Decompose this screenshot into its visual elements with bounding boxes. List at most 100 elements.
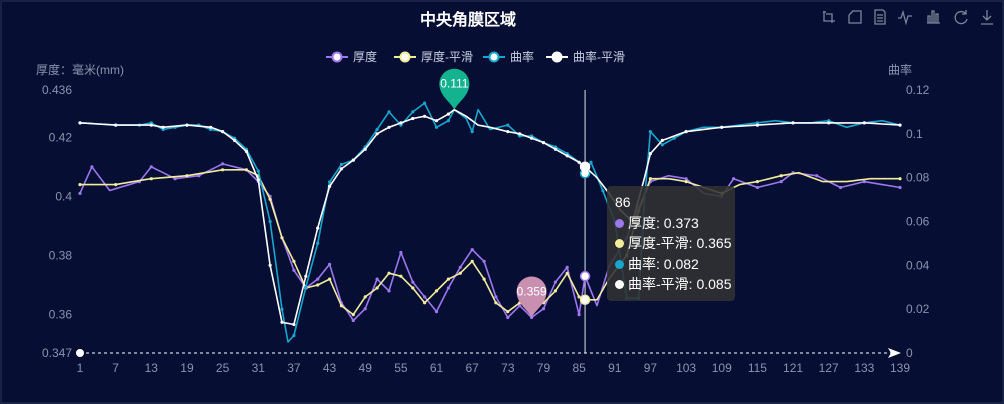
data-point xyxy=(446,277,450,281)
series-layer xyxy=(78,101,902,343)
data-point xyxy=(351,313,355,317)
data-point xyxy=(161,125,165,129)
data-point xyxy=(470,248,474,252)
tooltip-dot xyxy=(615,239,624,248)
data-point xyxy=(434,289,439,293)
pin-label: 0.111 xyxy=(440,77,469,91)
tooltip-row: 厚度-平滑: 0.365 xyxy=(615,233,731,254)
data-point xyxy=(779,174,783,178)
data-point xyxy=(387,271,391,275)
x-tick-label: 61 xyxy=(430,361,444,375)
data-point xyxy=(268,197,272,201)
x-tick-label: 19 xyxy=(180,361,194,375)
y-right-tick-label: 0 xyxy=(906,346,913,360)
data-point xyxy=(553,280,558,284)
legend-item: 曲率-平滑 xyxy=(546,49,625,64)
data-point xyxy=(221,168,225,172)
legend-symbol xyxy=(399,51,411,63)
data-point xyxy=(862,121,866,125)
data-point xyxy=(244,149,248,153)
tooltip-row: 曲率-平滑: 0.085 xyxy=(615,274,731,295)
data-point xyxy=(565,265,569,269)
data-point xyxy=(304,274,308,278)
y-right-tick-label: 0.1 xyxy=(906,127,923,141)
data-point xyxy=(482,259,486,263)
data-point xyxy=(684,177,688,181)
y-right-tick-label: 0.08 xyxy=(906,171,930,185)
restore-icon xyxy=(954,10,968,25)
y-right-tick-label: 0.02 xyxy=(906,302,930,316)
data-point xyxy=(411,286,415,290)
data-point xyxy=(411,280,415,284)
x-tick-label: 97 xyxy=(644,361,658,375)
data-view-icon xyxy=(874,9,886,25)
data-point xyxy=(684,130,688,134)
data-point xyxy=(375,286,379,290)
data-point xyxy=(577,313,581,317)
data-point xyxy=(827,121,831,125)
data-point xyxy=(292,259,296,263)
data-point xyxy=(268,263,272,267)
data-point xyxy=(898,185,902,190)
legend-item: 厚度-平滑 xyxy=(394,49,473,64)
tooltip-row-label: 曲率: 0.082 xyxy=(628,255,699,272)
cursor-point xyxy=(579,294,591,306)
legend-item: 曲率 xyxy=(483,49,534,64)
save-image-icon-glyph xyxy=(981,10,993,25)
x-tick-label: 55 xyxy=(394,361,408,375)
data-point xyxy=(553,289,558,293)
data-point xyxy=(209,125,213,129)
cursor-point xyxy=(579,161,591,172)
data-point xyxy=(114,183,118,187)
x-axis-start-symbol xyxy=(76,349,84,357)
series-厚度 xyxy=(78,162,902,323)
y-left-tick-label: 0.38 xyxy=(49,248,73,262)
data-point xyxy=(494,301,498,305)
data-point xyxy=(411,116,415,121)
data-point xyxy=(755,185,760,190)
pin-marker: 0.111 xyxy=(439,68,470,110)
bar-chart-icon-glyph xyxy=(927,10,940,24)
data-point xyxy=(185,174,189,178)
bar-chart-icon xyxy=(927,10,940,24)
data-point xyxy=(589,160,593,164)
data-point xyxy=(411,110,415,114)
data-point xyxy=(339,167,343,171)
y-left-tick-label: 0.347 xyxy=(42,346,72,360)
data-point xyxy=(149,165,153,169)
tooltip-header: 86 xyxy=(615,194,631,210)
data-point xyxy=(423,295,427,299)
y-left-tick-label: 0.36 xyxy=(49,308,73,322)
data-point xyxy=(304,285,308,289)
data-point xyxy=(149,177,153,181)
zoom-reset-icon xyxy=(848,10,862,24)
data-point xyxy=(78,191,82,195)
data-point xyxy=(684,180,688,184)
zoom-reset-icon-glyph xyxy=(848,10,862,24)
data-point xyxy=(280,236,284,240)
data-point xyxy=(328,277,332,281)
data-point xyxy=(565,154,569,158)
data-point xyxy=(898,123,902,127)
data-point xyxy=(399,274,403,278)
zoom-select-icon-glyph xyxy=(823,11,835,23)
x-tick-label: 79 xyxy=(537,361,551,375)
x-tick-label: 1 xyxy=(77,361,84,375)
x-tick-label: 7 xyxy=(112,361,119,375)
x-tick-label: 121 xyxy=(783,361,803,375)
series-line xyxy=(80,169,900,316)
zoom-select-icon xyxy=(823,11,835,23)
tooltip-dot xyxy=(615,259,624,269)
x-tick-label: 85 xyxy=(572,361,586,375)
data-point xyxy=(292,322,296,327)
line-chart-icon-glyph xyxy=(898,9,912,26)
data-point xyxy=(244,168,248,172)
data-point xyxy=(423,301,427,305)
data-point xyxy=(316,226,320,230)
series-曲率 xyxy=(78,101,902,343)
x-tick-label: 103 xyxy=(676,361,696,375)
data-point xyxy=(458,271,462,275)
data-point xyxy=(268,219,272,224)
y-left-tick-label: 0.42 xyxy=(49,130,73,144)
legend-symbol xyxy=(488,51,500,63)
